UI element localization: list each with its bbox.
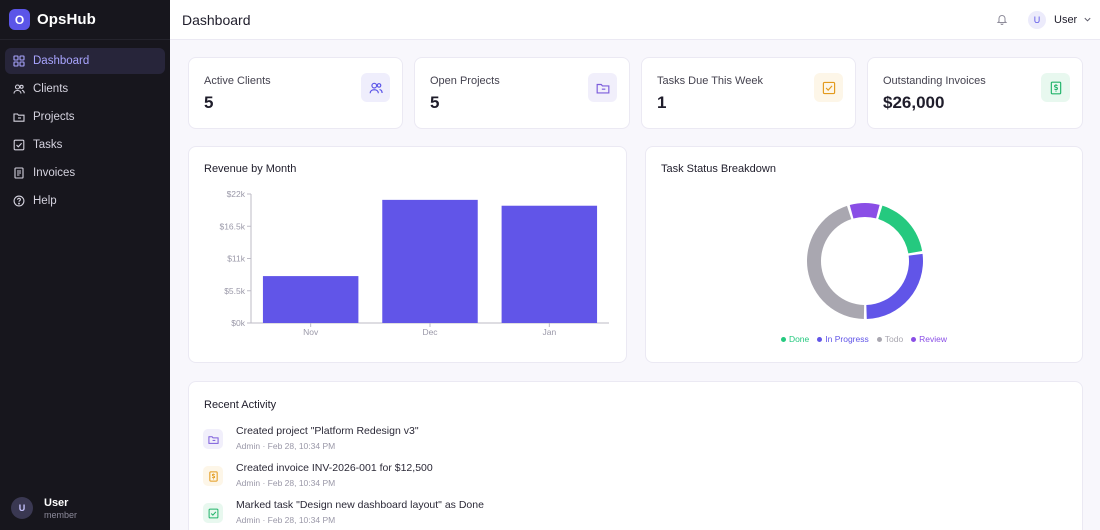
sidebar-user[interactable]: U User member <box>0 486 170 530</box>
legend-dot <box>876 336 882 342</box>
activity-item: Marked task "Design new dashboard layout… <box>203 499 1083 530</box>
donut-slice <box>807 205 865 319</box>
recent-activity-card: Recent Activity Created project "Platfor… <box>188 381 1083 530</box>
sidebar-item-projects[interactable]: Projects <box>5 104 165 130</box>
sidebar-item-invoices[interactable]: Invoices <box>5 160 165 186</box>
legend-label: In Progress <box>825 334 869 344</box>
sidebar-item-label: Clients <box>33 83 69 95</box>
task-status-card: Task Status Breakdown Done In Progress Tod… <box>645 146 1083 363</box>
user-menu[interactable]: U User <box>1028 9 1092 30</box>
sidebar: O OpsHub Dashboard Clients Projects Task… <box>0 0 170 530</box>
y-tick-label: $0k <box>231 318 245 328</box>
dollar-doc-icon <box>203 466 223 486</box>
avatar: U <box>1028 10 1046 29</box>
activity-meta: Admin · Feb 28, 10:34 PM <box>236 478 336 488</box>
sidebar-user-role: member <box>44 509 78 520</box>
brand-logo: O <box>9 9 30 30</box>
avatar: U <box>11 497 33 519</box>
donut-slice <box>866 253 923 319</box>
task-status-donut-chart <box>807 203 923 319</box>
stat-label: Tasks Due This Week <box>657 75 763 87</box>
stat-card-open-projects: Open Projects 5 <box>414 57 630 129</box>
sidebar-item-dashboard[interactable]: Dashboard <box>5 48 165 74</box>
bell-icon[interactable] <box>996 13 1008 25</box>
chevron-down-icon <box>1084 17 1091 22</box>
legend-item[interactable]: Todo <box>876 334 904 344</box>
stat-label: Outstanding Invoices <box>883 75 986 87</box>
legend-item[interactable]: Done <box>780 334 810 344</box>
activity-text: Created invoice INV-2026-001 for $12,500 <box>236 462 433 474</box>
bar <box>501 205 598 323</box>
activity-text: Marked task "Design new dashboard layout… <box>236 499 484 511</box>
sidebar-item-tasks[interactable]: Tasks <box>5 132 165 158</box>
check-square-icon <box>814 73 843 102</box>
sidebar-item-clients[interactable]: Clients <box>5 76 165 102</box>
donut-slice <box>878 205 923 254</box>
grid-icon <box>13 55 25 67</box>
bar <box>382 199 478 323</box>
sidebar-item-label: Tasks <box>33 139 63 151</box>
users-icon <box>13 83 25 95</box>
y-tick-label: $16.5k <box>219 221 245 231</box>
sidebar-item-help[interactable]: Help <box>5 188 165 214</box>
legend-dot <box>911 336 917 342</box>
sidebar-user-name: User <box>44 496 69 509</box>
activity-meta: Admin · Feb 28, 10:34 PM <box>236 515 336 525</box>
stat-label: Active Clients <box>204 75 271 87</box>
legend-label: Todo <box>884 334 904 344</box>
sidebar-nav: Dashboard Clients Projects Tasks Invoice… <box>0 40 170 214</box>
sidebar-item-label: Projects <box>33 111 75 123</box>
stat-card-tasks-due: Tasks Due This Week 1 <box>641 57 856 129</box>
sidebar-item-label: Dashboard <box>33 55 90 67</box>
stat-value: 1 <box>657 93 667 112</box>
legend-label: Review <box>919 334 948 344</box>
header-user-name: User <box>1054 13 1078 26</box>
sidebar-item-label: Invoices <box>33 167 76 179</box>
legend-item[interactable]: In Progress <box>817 334 869 344</box>
sidebar-item-label: Help <box>33 195 57 207</box>
y-tick-label: $11k <box>227 254 246 264</box>
legend-dot <box>780 336 786 342</box>
top-header: Dashboard U User <box>170 0 1100 40</box>
check-square-icon <box>13 139 25 151</box>
folder-icon <box>13 111 25 123</box>
activity-text: Created project "Platform Redesign v3" <box>236 425 419 437</box>
stat-label: Open Projects <box>430 75 500 87</box>
dollar-doc-icon <box>1041 73 1070 102</box>
recent-activity-title: Recent Activity <box>204 399 277 411</box>
brand[interactable]: O OpsHub <box>0 0 170 40</box>
donut-slice <box>849 203 880 219</box>
stat-card-active-clients: Active Clients 5 <box>188 57 403 129</box>
x-tick-label: Nov <box>303 327 319 337</box>
stat-value: 5 <box>430 93 440 112</box>
brand-name: OpsHub <box>37 11 96 28</box>
activity-item: Created project "Platform Redesign v3" A… <box>203 425 1083 457</box>
users-icon <box>361 73 390 102</box>
revenue-card: Revenue by Month $0k $5.5k $11k $16.5k $22k N… <box>188 146 627 363</box>
folder-icon <box>588 73 617 102</box>
receipt-icon <box>13 167 25 179</box>
folder-icon <box>203 429 223 449</box>
stat-card-outstanding-invoices: Outstanding Invoices $26,000 <box>867 57 1083 129</box>
activity-item: Created invoice INV-2026-001 for $12,500… <box>203 462 1083 494</box>
activity-meta: Admin · Feb 28, 10:34 PM <box>236 441 336 451</box>
page-title: Dashboard <box>182 11 251 28</box>
check-square-icon <box>203 503 223 523</box>
stat-value: 5 <box>204 93 214 112</box>
revenue-bar-chart: $0k $5.5k $11k $16.5k $22k Nov Dec Jan <box>219 189 609 337</box>
x-tick-label: Dec <box>422 327 438 337</box>
y-tick-label: $22k <box>227 189 246 199</box>
y-tick-label: $5.5k <box>224 286 246 296</box>
legend-item[interactable]: Review <box>911 334 947 344</box>
stat-value: $26,000 <box>883 93 945 112</box>
help-circle-icon <box>13 195 25 207</box>
legend-label: Done <box>788 334 810 344</box>
chart-legend: Done In Progress Todo Review <box>646 334 1082 344</box>
bar <box>262 276 359 323</box>
x-tick-label: Jan <box>542 327 556 337</box>
legend-dot <box>817 336 823 342</box>
